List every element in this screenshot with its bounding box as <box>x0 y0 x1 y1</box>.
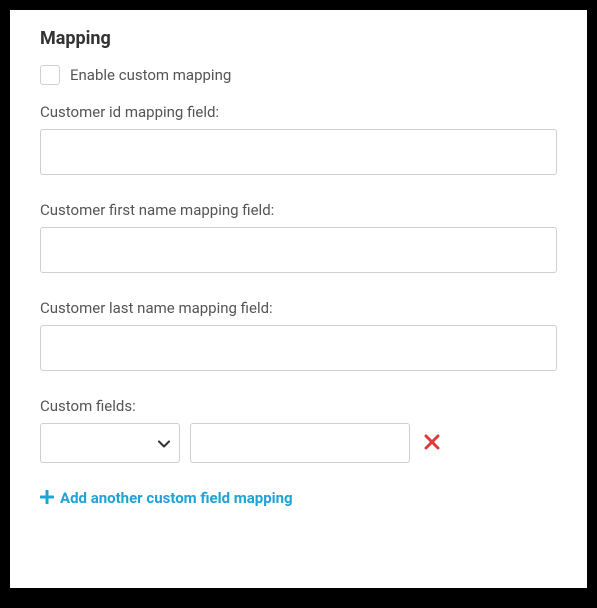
custom-field-select[interactable] <box>40 423 180 463</box>
close-icon <box>424 434 440 450</box>
customer-first-name-input[interactable] <box>40 227 557 273</box>
custom-fields-group: Custom fields: <box>40 397 557 463</box>
customer-first-name-label: Customer first name mapping field: <box>40 201 557 219</box>
customer-last-name-field-group: Customer last name mapping field: <box>40 299 557 371</box>
custom-field-value-input[interactable] <box>190 423 410 463</box>
customer-id-field-group: Customer id mapping field: <box>40 103 557 175</box>
enable-custom-mapping-checkbox[interactable] <box>40 65 60 85</box>
customer-last-name-label: Customer last name mapping field: <box>40 299 557 317</box>
add-custom-field-mapping-label: Add another custom field mapping <box>60 489 293 507</box>
custom-fields-label: Custom fields: <box>40 397 557 415</box>
enable-custom-mapping-label: Enable custom mapping <box>70 66 231 84</box>
customer-first-name-field-group: Customer first name mapping field: <box>40 201 557 273</box>
enable-custom-mapping-row: Enable custom mapping <box>40 65 557 85</box>
section-title: Mapping <box>40 28 557 49</box>
remove-custom-field-button[interactable] <box>420 429 444 457</box>
customer-last-name-input[interactable] <box>40 325 557 371</box>
plus-icon <box>40 490 54 507</box>
add-custom-field-mapping-link[interactable]: Add another custom field mapping <box>40 489 557 507</box>
customer-id-input[interactable] <box>40 129 557 175</box>
mapping-panel: Mapping Enable custom mapping Customer i… <box>10 10 587 588</box>
customer-id-label: Customer id mapping field: <box>40 103 557 121</box>
custom-field-row <box>40 423 557 463</box>
custom-field-select-wrap <box>40 423 180 463</box>
